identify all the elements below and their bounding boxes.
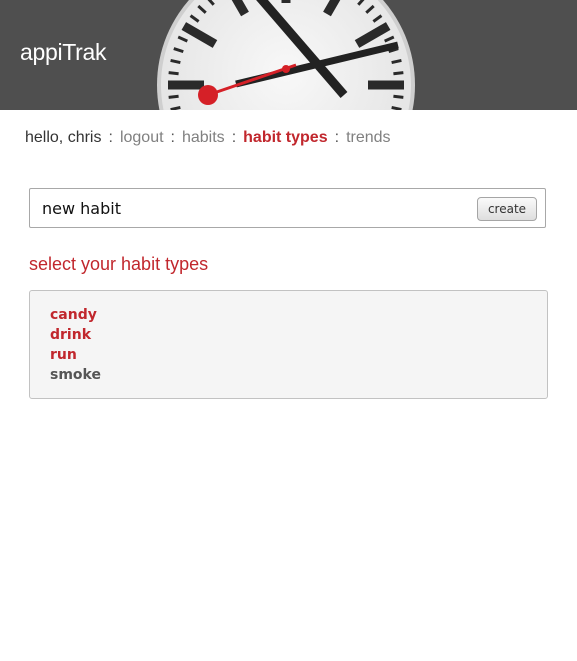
clock-minute-tick — [168, 94, 179, 99]
clock-icon — [157, 0, 415, 110]
habit-type-list: candy drink run smoke — [50, 305, 101, 385]
clock-minute-tick — [391, 59, 402, 65]
app-title: appiTrak — [20, 39, 107, 65]
nav-separator: : — [108, 129, 113, 146]
header-bar: appiTrak — [0, 0, 577, 110]
habit-types-panel: candy drink run smoke — [29, 290, 548, 399]
clock-second-hand-disc — [198, 85, 218, 105]
clock-minute-tick — [168, 71, 179, 76]
habit-type-item[interactable]: smoke — [50, 365, 101, 385]
nav-trends-link[interactable]: trends — [346, 129, 390, 146]
clock-minute-tick — [170, 59, 181, 65]
clock-minute-tick — [393, 94, 404, 99]
create-button[interactable]: create — [477, 197, 537, 221]
habit-type-item[interactable]: candy — [50, 305, 101, 325]
section-heading: select your habit types — [29, 254, 209, 274]
clock-minute-tick — [391, 105, 402, 110]
new-habit-input[interactable] — [36, 194, 468, 222]
main-nav: hello, chris: logout: habits: habit types: t… — [25, 129, 391, 147]
nav-logout-link[interactable]: logout — [120, 129, 164, 146]
nav-habits-link[interactable]: habits — [182, 129, 225, 146]
habit-type-item[interactable]: drink — [50, 325, 101, 345]
clock-minute-tick — [170, 105, 181, 110]
user-greeting: hello, chris — [25, 129, 102, 146]
clock-minute-tick — [393, 71, 404, 76]
new-habit-form: create — [29, 188, 546, 228]
nav-separator: : — [231, 129, 237, 146]
nav-separator: : — [170, 129, 175, 146]
nav-separator: : — [334, 129, 340, 146]
habit-type-item[interactable]: run — [50, 345, 101, 365]
nav-habit-types-link[interactable]: habit types — [243, 129, 327, 146]
clock-center-cap — [282, 65, 290, 73]
